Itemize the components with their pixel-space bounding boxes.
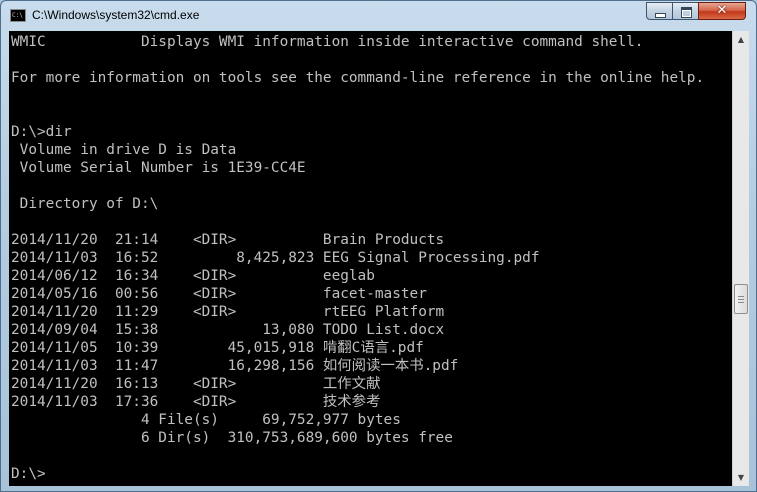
dir-entry: 2014/11/05 10:39 45,015,918 啃翻C语言.pdf bbox=[11, 340, 424, 356]
dir-summary-files: 4 File(s) 69,752,977 bytes bbox=[11, 412, 401, 428]
dir-entry: 2014/06/12 16:34 <DIR> eeglab bbox=[11, 268, 375, 284]
dir-entry: 2014/09/04 15:38 13,080 TODO List.docx bbox=[11, 322, 445, 338]
console-output[interactable]: WMIC Displays WMI information inside int… bbox=[9, 31, 732, 486]
console-prompt-line[interactable]: D:\> bbox=[11, 465, 46, 483]
dir-entry: 2014/11/03 16:52 8,425,823 EEG Signal Pr… bbox=[11, 250, 540, 266]
maximize-button[interactable] bbox=[672, 2, 699, 20]
console-line: WMIC Displays WMI information inside int… bbox=[11, 34, 644, 50]
console-line: Directory of D:\ bbox=[11, 196, 159, 212]
cmd-window: C:\ C:\Windows\system32\cmd.exe ✕ WMIC D… bbox=[0, 0, 757, 492]
console-line: Volume in drive D is Data bbox=[11, 142, 237, 158]
grip-line bbox=[738, 296, 744, 297]
grip-line bbox=[738, 299, 744, 300]
scroll-up-arrow-icon[interactable]: ▲ bbox=[733, 31, 749, 48]
minimize-button[interactable] bbox=[646, 2, 673, 20]
title-bar[interactable]: C:\ C:\Windows\system32\cmd.exe ✕ bbox=[1, 1, 756, 31]
close-button[interactable]: ✕ bbox=[698, 2, 746, 20]
window-bottom-frame bbox=[9, 486, 749, 492]
scroll-thumb[interactable] bbox=[734, 284, 748, 314]
console-line: Volume Serial Number is 1E39-CC4E bbox=[11, 160, 306, 176]
grip-line bbox=[738, 302, 744, 303]
dir-entry: 2014/11/03 17:36 <DIR> 技术参考 bbox=[11, 394, 381, 410]
scroll-down-arrow-icon[interactable]: ▼ bbox=[733, 469, 749, 486]
dir-entry: 2014/05/16 00:56 <DIR> facet-master bbox=[11, 286, 427, 302]
cmd-app-icon[interactable]: C:\ bbox=[10, 9, 26, 22]
vertical-scrollbar[interactable]: ▲ ▼ bbox=[732, 31, 749, 486]
console-line: For more information on tools see the co… bbox=[11, 70, 705, 86]
console-prompt-line: D:\>dir bbox=[11, 124, 72, 140]
maximize-icon bbox=[681, 7, 692, 18]
dir-entry: 2014/11/20 11:29 <DIR> rtEEG Platform bbox=[11, 304, 445, 320]
dir-entry: 2014/11/20 21:14 <DIR> Brain Products bbox=[11, 232, 445, 248]
close-icon: ✕ bbox=[716, 3, 728, 18]
window-title: C:\Windows\system32\cmd.exe bbox=[32, 8, 200, 22]
dir-summary-dirs: 6 Dir(s) 310,753,689,600 bytes free bbox=[11, 430, 453, 446]
dir-entry: 2014/11/20 16:13 <DIR> 工作文献 bbox=[11, 376, 381, 392]
dir-entry: 2014/11/03 11:47 16,298,156 如何阅读一本书.pdf bbox=[11, 358, 459, 374]
minimize-icon bbox=[655, 13, 666, 18]
